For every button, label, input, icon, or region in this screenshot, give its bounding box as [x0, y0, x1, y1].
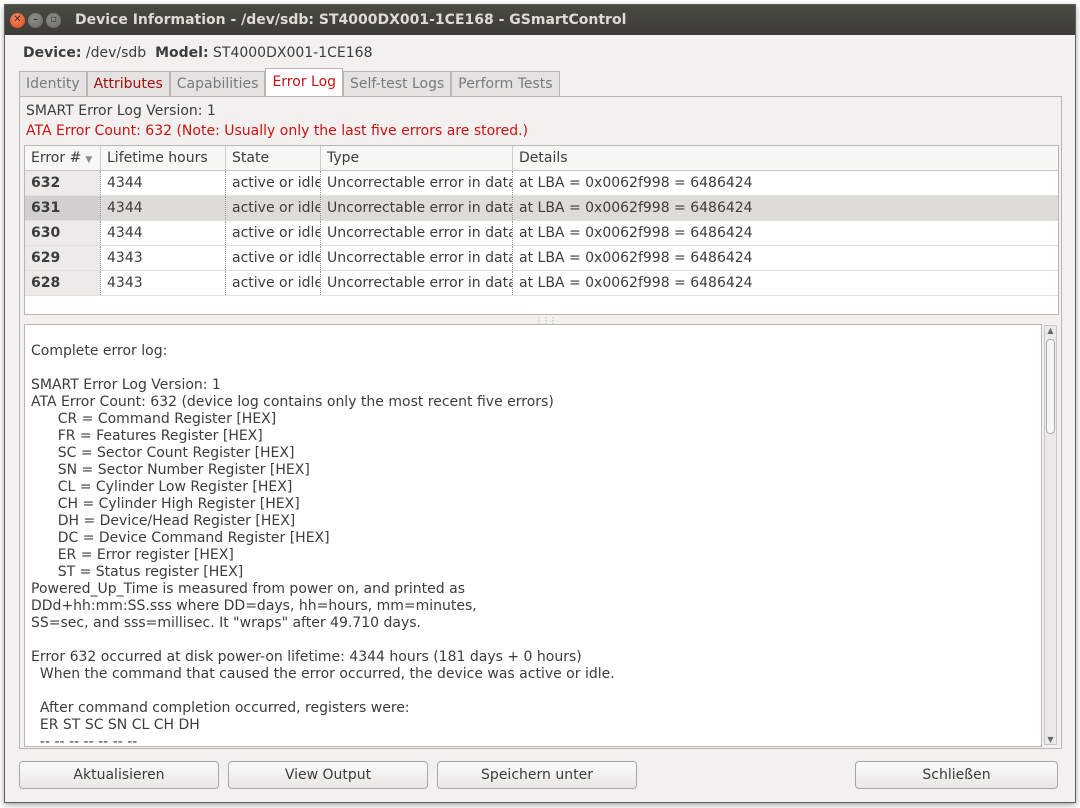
tab-error-log[interactable]: Error Log — [265, 68, 344, 96]
refresh-button[interactable]: Aktualisieren — [19, 761, 219, 789]
column-label: Error # — [31, 150, 82, 166]
scroll-down-icon[interactable]: ▼ — [1045, 735, 1056, 744]
close-button[interactable]: Schließen — [855, 761, 1058, 789]
tab-perform-tests[interactable]: Perform Tests — [451, 71, 560, 96]
cell-type: Uncorrectable error in data — [321, 196, 513, 220]
model-label: Model: — [155, 45, 209, 61]
minimize-icon[interactable]: – — [28, 12, 43, 28]
cell-details: at LBA = 0x0062f998 = 6486424 — [519, 200, 753, 216]
cell-error-number: 628 — [25, 271, 101, 295]
device-label: Device: — [23, 45, 82, 61]
tab-attributes[interactable]: Attributes — [86, 71, 170, 96]
cell-state: active or idle — [226, 246, 321, 270]
error-log-panel: SMART Error Log Version: 1 ATA Error Cou… — [19, 96, 1062, 749]
view-output-button[interactable]: View Output — [228, 761, 428, 789]
tab-bar: Identity Attributes Capabilities Error L… — [19, 68, 560, 96]
cell-lifetime-hours: 4344 — [101, 221, 226, 245]
table-row[interactable]: 630 4344 active or idle Uncorrectable er… — [25, 221, 1058, 246]
complete-error-log[interactable]: Complete error log: SMART Error Log Vers… — [24, 324, 1042, 747]
title-bar: ✕ – ▫ Device Information - /dev/sdb: ST4… — [5, 5, 1075, 35]
cell-error-number: 630 — [25, 221, 101, 245]
cell-lifetime-hours: 4344 — [101, 196, 226, 220]
cell-details: at LBA = 0x0062f998 = 6486424 — [519, 250, 753, 266]
scroll-up-icon[interactable]: ▲ — [1045, 326, 1056, 335]
device-value: /dev/sdb — [85, 45, 147, 61]
window-title: Device Information - /dev/sdb: ST4000DX0… — [75, 12, 627, 28]
cell-error-number: 632 — [25, 171, 101, 195]
cell-type: Uncorrectable error in data — [321, 271, 513, 295]
tab-self-test-logs[interactable]: Self-test Logs — [343, 71, 452, 96]
cell-lifetime-hours: 4343 — [101, 271, 226, 295]
save-as-button[interactable]: Speichern unter — [437, 761, 637, 789]
scrollbar-thumb[interactable] — [1046, 339, 1055, 434]
tab-identity[interactable]: Identity — [19, 71, 87, 96]
table-row[interactable]: 628 4343 active or idle Uncorrectable er… — [25, 271, 1058, 296]
sort-descending-icon: ▼ — [85, 155, 93, 165]
column-error-number[interactable]: Error # ▼ — [25, 146, 101, 170]
cell-state: active or idle — [226, 221, 321, 245]
cell-state: active or idle — [226, 271, 321, 295]
cell-details: at LBA = 0x0062f998 = 6486424 — [519, 275, 753, 291]
cell-type: Uncorrectable error in data — [321, 246, 513, 270]
column-type[interactable]: Type — [321, 146, 513, 170]
column-state[interactable]: State — [226, 146, 321, 170]
cell-details: at LBA = 0x0062f998 = 6486424 — [519, 175, 753, 191]
error-table: Error # ▼ Lifetime hours State Type Detai… — [24, 145, 1059, 315]
cell-details: at LBA = 0x0062f998 = 6486424 — [519, 225, 753, 241]
table-row[interactable]: 629 4343 active or idle Uncorrectable er… — [25, 246, 1058, 271]
table-row[interactable]: 632 4344 active or idle Uncorrectable er… — [25, 171, 1058, 196]
device-line: Device: /dev/sdb Model: ST4000DX001-1CE1… — [23, 45, 372, 61]
cell-error-number: 631 — [25, 196, 101, 220]
column-lifetime-hours[interactable]: Lifetime hours — [101, 146, 226, 170]
log-scrollbar[interactable]: ▲ ▼ — [1044, 325, 1057, 745]
error-count: ATA Error Count: 632 (Note: Usually only… — [26, 123, 529, 139]
device-info-window: ✕ – ▫ Device Information - /dev/sdb: ST4… — [4, 4, 1076, 803]
error-log-version: SMART Error Log Version: 1 — [26, 103, 216, 119]
cell-state: active or idle — [226, 171, 321, 195]
complete-error-log-text: Complete error log: SMART Error Log Vers… — [31, 343, 615, 747]
maximize-icon[interactable]: ▫ — [46, 12, 61, 28]
column-details[interactable]: Details — [513, 146, 1058, 170]
tab-capabilities[interactable]: Capabilities — [169, 71, 266, 96]
table-header: Error # ▼ Lifetime hours State Type Detai… — [25, 146, 1058, 171]
cell-error-number: 629 — [25, 246, 101, 270]
model-value: ST4000DX001-1CE168 — [213, 45, 373, 61]
table-row-selected[interactable]: 631 4344 active or idle Uncorrectable er… — [25, 196, 1058, 221]
cell-type: Uncorrectable error in data — [321, 221, 513, 245]
cell-type: Uncorrectable error in data — [321, 171, 513, 195]
cell-lifetime-hours: 4344 — [101, 171, 226, 195]
cell-state: active or idle — [226, 196, 321, 220]
close-icon[interactable]: ✕ — [10, 12, 25, 28]
cell-lifetime-hours: 4343 — [101, 246, 226, 270]
